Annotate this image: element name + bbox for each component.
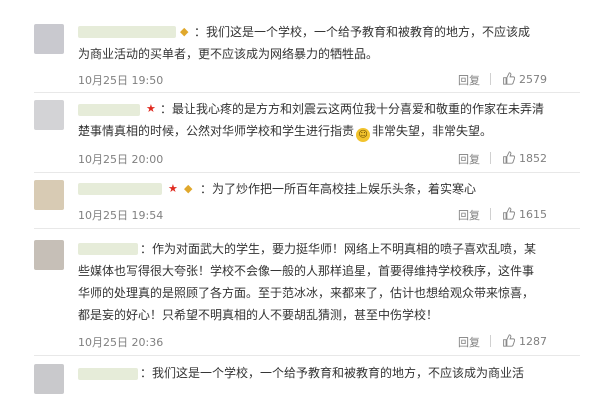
divider [490,73,491,85]
avatar[interactable] [34,240,64,270]
reply-button[interactable]: 回复 [458,72,480,88]
avatar[interactable] [34,24,64,54]
thumbs-up-icon [503,334,516,347]
like-button[interactable]: 1287 [502,334,547,348]
thumbs-up-icon [503,207,516,220]
divider [34,172,580,173]
comment-text: ：作为对面武大的学生，要力挺华师！网络上不明真相的喷子喜欢乱喷，某 [140,242,537,256]
username[interactable] [78,243,138,255]
like-button[interactable]: 1852 [502,151,547,165]
comment-text: 都是妄的好心！只希望不明真相的人不要胡乱猜测，甚至中伤学校！ [78,308,439,322]
avatar[interactable] [34,100,64,130]
divider [34,92,580,93]
like-count: 2579 [519,73,547,86]
thumbs-up-icon [503,72,516,85]
comment-time: 10月25日 20:00 [78,153,164,166]
like-count: 1287 [519,335,547,348]
reply-button[interactable]: 回复 [458,334,480,350]
verified-star-icon: ★ [146,102,156,115]
username[interactable] [78,368,138,380]
comment-time: 10月25日 20:36 [78,336,164,349]
comment-text: 些媒体也写得很大夸张！学校不会像一般的人那样追星，首要得维持学校秩序，这件事 [78,264,535,278]
comment-text-part: 非常失望，非常失望。 [372,124,493,138]
divider [34,355,580,356]
vip-badge-icon: ◆ [184,182,193,195]
comment-text: ：我们这是一个学校，一个给予教育和被教育的地方，不应该成为商业活 [140,366,525,380]
comment-text: ：为了炒作把一所百年高校挂上娱乐头条，着实寒心 [200,182,477,196]
username[interactable] [78,26,176,38]
verified-star-icon: ★ [168,182,178,195]
like-count: 1615 [519,208,547,221]
username[interactable] [78,104,140,116]
like-count: 1852 [519,152,547,165]
reply-button[interactable]: 回复 [458,207,480,223]
thumbs-up-icon [503,151,516,164]
reply-button[interactable]: 回复 [458,151,480,167]
like-button[interactable]: 1615 [502,207,547,221]
avatar[interactable] [34,180,64,210]
comment-text-part: 楚事情真相的时候，公然对华师学校和学生进行指责 [78,124,355,138]
divider [490,208,491,220]
comment-text: 华师的处理真的是照顾了各方面。至于范冰冰，来都来了，估计也想给观众带来惊喜， [78,286,535,300]
avatar[interactable] [34,364,64,394]
comment-time: 10月25日 19:54 [78,209,164,222]
vip-badge-icon: ◆ [180,25,189,38]
comment-text: ：最让我心疼的是方方和刘震云这两位我十分喜爱和敬重的作家在未弄清 [160,102,545,116]
comment-text: ：我们这是一个学校，一个给予教育和被教育的地方，不应该成 [194,25,531,39]
username[interactable] [78,183,162,195]
like-button[interactable]: 2579 [502,72,547,86]
comment-time: 10月25日 19:50 [78,74,164,87]
divider [490,152,491,164]
comment-text: 楚事情真相的时候，公然对华师学校和学生进行指责 ☺ 非常失望，非常失望。 [78,122,492,142]
smile-emoji-icon: ☺ [356,128,371,142]
comment-text: 为商业活动的买单者，更不应该成为网络暴力的牺牲品。 [78,47,379,61]
divider [490,335,491,347]
divider [34,228,580,229]
